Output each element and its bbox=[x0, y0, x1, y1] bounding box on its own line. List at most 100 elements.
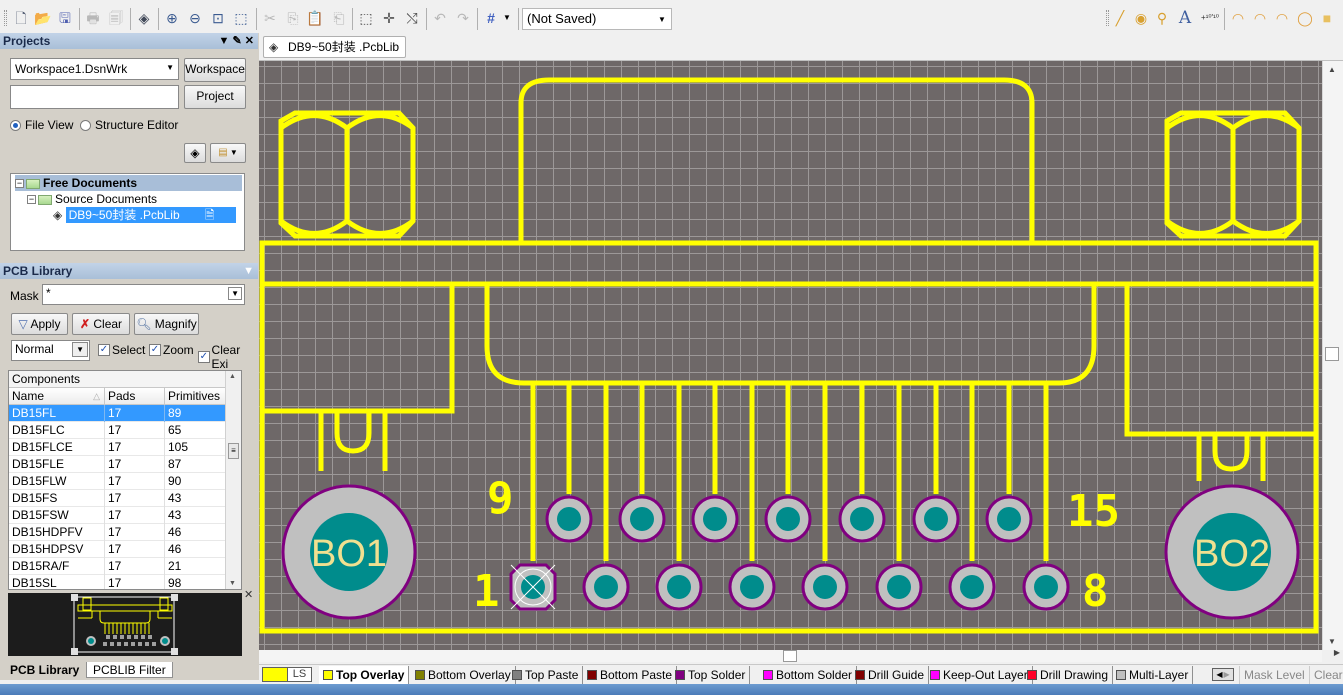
column-header-primitives[interactable]: Primitives bbox=[165, 388, 227, 405]
tree-node-pcblib[interactable]: ◈ DB9~50封装 .PcbLib 🗎 bbox=[53, 207, 242, 223]
component-row[interactable]: DB15RA/F 17 21 bbox=[9, 558, 227, 575]
component-row[interactable]: DB15FLCE 17 105 bbox=[9, 439, 227, 456]
project-button[interactable]: Project bbox=[184, 85, 246, 109]
copy-icon[interactable]: ⎘ bbox=[283, 8, 303, 28]
clear-existing-checkbox[interactable]: ✓ Clear Exi bbox=[198, 343, 258, 371]
magnify-button[interactable]: 🔍︎ Magnify bbox=[134, 313, 199, 335]
arc-center-icon[interactable]: ◠ bbox=[1228, 8, 1248, 28]
workspace-combo[interactable]: Workspace1.DsnWrk ▼ bbox=[10, 58, 179, 80]
checkbox-checked-icon[interactable]: ✓ bbox=[98, 344, 110, 356]
radio-file-view[interactable]: File View bbox=[10, 118, 73, 132]
component-row[interactable]: DB15FSW 17 43 bbox=[9, 507, 227, 524]
component-row[interactable]: DB15FLW 17 90 bbox=[9, 473, 227, 490]
component-row[interactable]: DB15SL 17 98 bbox=[9, 575, 227, 589]
component-row[interactable]: DB15FL 17 89 bbox=[9, 405, 227, 422]
checkbox-checked-icon[interactable]: ✓ bbox=[198, 351, 210, 363]
component-row[interactable]: DB15FLE 17 87 bbox=[9, 456, 227, 473]
arrow-right-icon[interactable]: ▶ bbox=[1224, 670, 1230, 679]
panel-menu-icon[interactable]: ▼ bbox=[219, 35, 230, 47]
panel-menu-icon[interactable]: ▼ bbox=[243, 263, 254, 279]
pcb-canvas[interactable]: 9 15 1 8 BO1 BO2 bbox=[259, 61, 1322, 650]
layer-tab-drill-drawing[interactable]: Drill Drawing bbox=[1023, 666, 1114, 684]
scroll-up-icon[interactable]: ▲ bbox=[1328, 65, 1336, 74]
layer-tab-bottom-overlay[interactable]: Bottom Overlay bbox=[411, 666, 516, 684]
new-document-icon[interactable]: 🗋 bbox=[11, 8, 31, 28]
current-layer-indicator[interactable]: LS bbox=[262, 667, 312, 682]
layer-tab-bottom-solder[interactable]: Bottom Solder bbox=[759, 666, 858, 684]
scroll-down-icon[interactable]: ▼ bbox=[229, 580, 236, 587]
scroll-down-icon[interactable]: ▼ bbox=[1328, 637, 1336, 646]
layer-stack-icon[interactable]: ◈ bbox=[134, 8, 154, 28]
chevron-down-icon[interactable]: ▼ bbox=[228, 287, 242, 300]
apply-button[interactable]: ▽ Apply bbox=[11, 313, 68, 335]
layer-tab-bottom-paste[interactable]: Bottom Paste bbox=[583, 666, 678, 684]
arc-edge-icon[interactable]: ◠ bbox=[1250, 8, 1270, 28]
project-options-button[interactable]: ▤ ▼ bbox=[210, 143, 246, 163]
compile-project-button[interactable]: ◈ bbox=[184, 143, 206, 163]
full-circle-icon[interactable]: ◯ bbox=[1295, 8, 1315, 28]
paste-icon[interactable]: 📋 bbox=[305, 8, 325, 28]
scroll-up-icon[interactable]: ▲ bbox=[229, 373, 236, 380]
collapse-icon[interactable]: − bbox=[27, 195, 36, 205]
component-row[interactable]: DB15HDPSV 17 46 bbox=[9, 541, 227, 558]
document-tab[interactable]: ◈ DB9~50封装 .PcbLib bbox=[263, 36, 407, 58]
column-header-pads[interactable]: Pads bbox=[105, 388, 165, 405]
workspace-button[interactable]: Workspace bbox=[184, 58, 246, 82]
footprint-preview[interactable] bbox=[8, 593, 242, 656]
zoom-in-icon[interactable]: ⊕ bbox=[162, 8, 182, 28]
select-area-icon[interactable]: ⬚ bbox=[356, 8, 376, 28]
vertical-scrollbar[interactable]: ▲ ▼ bbox=[1322, 61, 1343, 650]
undo-icon[interactable]: ↶ bbox=[430, 8, 450, 28]
scroll-thumb[interactable] bbox=[1325, 347, 1339, 361]
place-fill-icon[interactable]: ■ bbox=[1317, 8, 1337, 28]
cut-icon[interactable]: ✂ bbox=[260, 8, 280, 28]
pin-icon[interactable]: ✎ bbox=[233, 35, 242, 47]
open-document-icon[interactable]: 📂 bbox=[33, 8, 53, 28]
layer-tab-drill-guide[interactable]: Drill Guide bbox=[851, 666, 930, 684]
zoom-checkbox[interactable]: ✓ Zoom bbox=[149, 343, 194, 357]
place-via-icon[interactable]: ⚲ bbox=[1152, 8, 1172, 28]
zoom-area-icon[interactable]: ⬚ bbox=[231, 8, 251, 28]
components-scrollbar[interactable]: ▲ ≡ ▼ bbox=[225, 371, 241, 589]
mask-level-button[interactable]: Mask Level bbox=[1239, 666, 1309, 684]
save-icon[interactable]: 🖫 bbox=[55, 8, 75, 28]
layer-tab-multi-layer[interactable]: Multi-Layer bbox=[1112, 666, 1194, 684]
layer-tab-keep-out-layer[interactable]: Keep-Out Layer bbox=[926, 666, 1033, 684]
toolbar-grip[interactable] bbox=[1106, 10, 1109, 26]
zoom-out-icon[interactable]: ⊖ bbox=[185, 8, 205, 28]
place-string-icon[interactable]: A bbox=[1175, 8, 1195, 28]
project-field[interactable] bbox=[10, 85, 179, 109]
tree-node-free-documents[interactable]: − Free Documents bbox=[15, 175, 242, 191]
tree-node-source-documents[interactable]: − Source Documents bbox=[27, 191, 157, 207]
scroll-right-icon[interactable]: ▶ bbox=[1334, 648, 1340, 657]
layer-tab-top-overlay[interactable]: Top Overlay bbox=[319, 666, 410, 684]
radio-dot[interactable] bbox=[10, 119, 21, 131]
fit-document-icon[interactable]: ⊡ bbox=[208, 8, 228, 28]
select-checkbox[interactable]: ✓ Select bbox=[98, 343, 145, 357]
tab-pcb-library[interactable]: PCB Library bbox=[4, 662, 86, 678]
layer-scroll-buttons[interactable]: ◀ ▶ bbox=[1212, 668, 1234, 681]
clear-button[interactable]: ✗ Clear bbox=[72, 313, 130, 335]
toolbar-grip[interactable] bbox=[4, 10, 7, 26]
variant-combo[interactable]: (Not Saved) ▼ bbox=[522, 8, 672, 30]
tab-pcblib-filter[interactable]: PCBLIB Filter bbox=[86, 662, 173, 678]
print-preview-icon[interactable]: 🗐 bbox=[106, 8, 126, 28]
scroll-thumb[interactable] bbox=[783, 650, 797, 662]
radio-dot[interactable] bbox=[80, 119, 91, 131]
chevron-down-icon[interactable]: ▼ bbox=[655, 11, 669, 27]
rubber-stamp-icon[interactable]: ⎗ bbox=[329, 8, 349, 28]
mode-combo[interactable]: Normal ▼ bbox=[11, 340, 90, 361]
place-coordinate-icon[interactable]: +¹⁰'¹⁰ bbox=[1197, 8, 1223, 28]
mask-input[interactable]: * ▼ bbox=[42, 284, 245, 305]
chevron-down-icon[interactable]: ▼ bbox=[72, 342, 88, 357]
layer-tab-top-solder[interactable]: Top Solder bbox=[671, 666, 751, 684]
place-line-icon[interactable]: ╱ bbox=[1110, 8, 1130, 28]
collapse-preview-icon[interactable]: ✕ bbox=[244, 588, 253, 601]
component-row[interactable]: DB15FLC 17 65 bbox=[9, 422, 227, 439]
deselect-icon[interactable]: ⤭ bbox=[402, 8, 422, 28]
redo-icon[interactable]: ↷ bbox=[453, 8, 473, 28]
component-row[interactable]: DB15HDPFV 17 46 bbox=[9, 524, 227, 541]
chevron-down-icon[interactable]: ▼ bbox=[166, 63, 174, 72]
close-icon[interactable]: ✕ bbox=[245, 35, 254, 47]
move-selection-icon[interactable]: ✛ bbox=[379, 8, 399, 28]
